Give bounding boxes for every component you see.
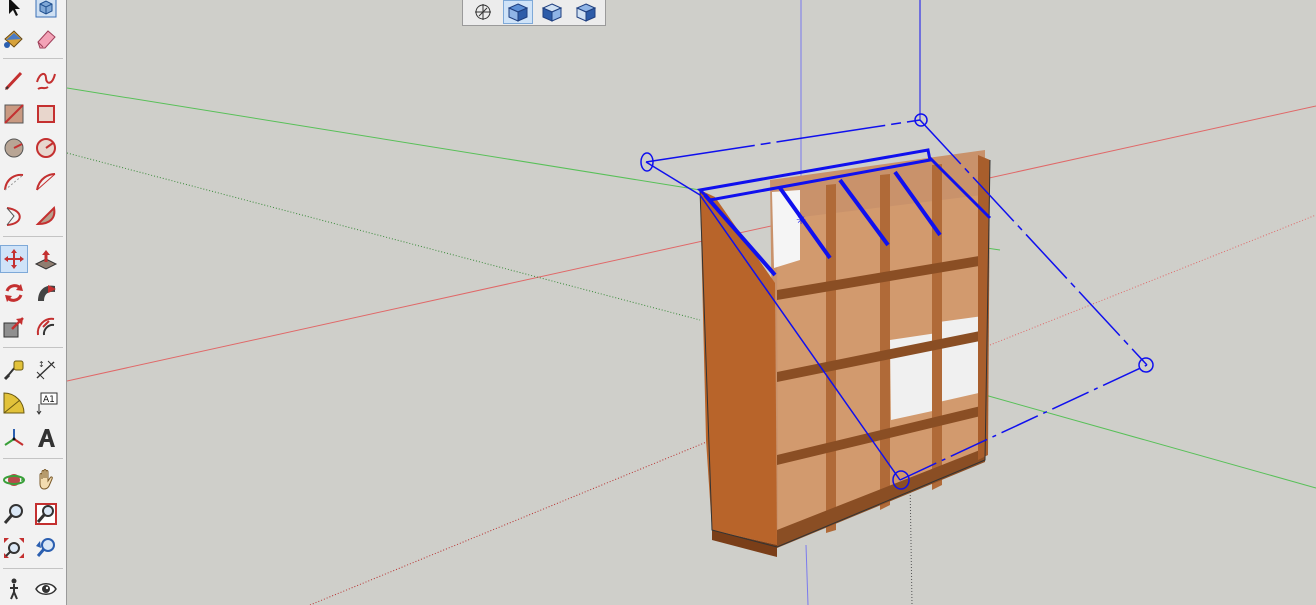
paint-bucket-tool[interactable]: [0, 25, 28, 53]
scale-icon: [3, 317, 24, 338]
move-tool[interactable]: [0, 245, 28, 273]
toolbar-separator: [3, 236, 63, 237]
white-opening: [772, 190, 800, 268]
red-axis-hidden: [309, 419, 761, 605]
left-side-panel: [700, 190, 777, 545]
circle-tool[interactable]: [0, 134, 28, 162]
move-cursor-icon: ✳: [796, 213, 806, 227]
3d-text-tool[interactable]: [32, 424, 60, 452]
arc-tool[interactable]: [0, 168, 28, 196]
dimension-icon: ↕: [36, 360, 56, 380]
3d-text-icon: [38, 429, 55, 447]
rotated-rectangle-tool[interactable]: [32, 100, 60, 128]
walk-icon: [10, 578, 18, 600]
divider: [826, 184, 836, 533]
zoom-extents-tool[interactable]: [0, 534, 28, 562]
look-around-tool[interactable]: [32, 575, 60, 603]
eraser-icon: [37, 30, 56, 49]
make-component-tool[interactable]: [32, 0, 60, 21]
toolbar-separator: [3, 458, 63, 459]
three-point-arc-icon: [6, 207, 21, 226]
model-viewport[interactable]: ✳: [67, 0, 1316, 605]
tape-measure-icon: [3, 360, 24, 381]
3-point-arc-tool[interactable]: [0, 202, 28, 230]
line-tool[interactable]: [0, 66, 28, 94]
component-cube-icon: [35, 0, 57, 18]
axis-lines: [67, 0, 1316, 605]
eraser-tool[interactable]: [32, 25, 60, 53]
orbit-tool[interactable]: [0, 466, 28, 494]
rotated-rectangle-icon: [37, 105, 55, 123]
text-label-icon: A1: [36, 392, 58, 415]
blue-axis: [805, 544, 809, 605]
walk-tool[interactable]: [0, 575, 28, 603]
axes-icon: [4, 429, 24, 446]
offset-icon: [36, 317, 55, 336]
push-pull-tool[interactable]: [32, 245, 60, 273]
toolbar-separator: [3, 58, 63, 59]
orbit-icon: [3, 474, 25, 486]
right-side-panel: [978, 155, 990, 460]
follow-me-icon: [38, 285, 56, 301]
2-point-arc-tool[interactable]: [32, 168, 60, 196]
green-axis-hidden: [67, 152, 701, 321]
rectangle-tool[interactable]: [0, 100, 28, 128]
previous-view-tool[interactable]: [32, 534, 60, 562]
scale-tool[interactable]: [0, 313, 28, 341]
tool-palette: ↕ A1: [0, 0, 67, 605]
white-opening: [939, 316, 983, 402]
red-axis-hidden: [989, 214, 1316, 346]
rotate-tool[interactable]: [0, 279, 28, 307]
pie-tool[interactable]: [32, 202, 60, 230]
arc-icon: [4, 173, 24, 191]
pan-tool[interactable]: [32, 466, 60, 494]
arrow-select-icon: [9, 0, 20, 16]
dimension-tool[interactable]: ↕: [32, 356, 60, 384]
zoom-icon: [3, 504, 23, 524]
look-around-eye-icon: [35, 583, 57, 595]
axes-tool[interactable]: [0, 424, 28, 452]
toolbar-separator: [3, 347, 63, 348]
toolbar-separator: [3, 568, 63, 569]
bookshelf-model[interactable]: [699, 150, 991, 557]
protractor-icon: [3, 392, 25, 414]
circle-icon: [4, 138, 24, 158]
move-arrows-icon: [4, 249, 24, 269]
green-axis: [67, 87, 701, 191]
freehand-icon: [36, 72, 56, 90]
offset-tool[interactable]: [32, 313, 60, 341]
red-axis: [67, 105, 1316, 382]
push-pull-icon: [34, 250, 58, 270]
rectangle-icon: [4, 104, 24, 124]
paint-bucket-icon: [4, 30, 23, 48]
previous-view-icon: [36, 538, 55, 557]
select-tool[interactable]: [0, 0, 28, 21]
follow-me-tool[interactable]: [32, 279, 60, 307]
two-point-arc-icon: [36, 173, 56, 191]
blue-axis-hidden: [909, 479, 913, 605]
polygon-tool[interactable]: [32, 134, 60, 162]
zoom-extents-icon: [4, 538, 24, 558]
text-tool[interactable]: A1: [32, 390, 60, 418]
zoom-tool[interactable]: [0, 500, 28, 528]
pie-icon: [35, 205, 56, 226]
protractor-tool[interactable]: [0, 390, 28, 418]
rotate-icon: [5, 284, 23, 302]
tape-measure-tool[interactable]: [0, 356, 28, 384]
freehand-tool[interactable]: [32, 66, 60, 94]
zoom-window-icon: [35, 503, 57, 525]
divider: [932, 164, 942, 490]
pencil-line-icon: [4, 71, 23, 91]
svg-text:↕: ↕: [38, 360, 45, 369]
pan-hand-icon: [39, 469, 53, 490]
polygon-icon: [36, 138, 56, 158]
text-label-icon-label: A1: [43, 395, 55, 405]
green-axis: [984, 394, 1316, 489]
zoom-window-tool[interactable]: [32, 500, 60, 528]
